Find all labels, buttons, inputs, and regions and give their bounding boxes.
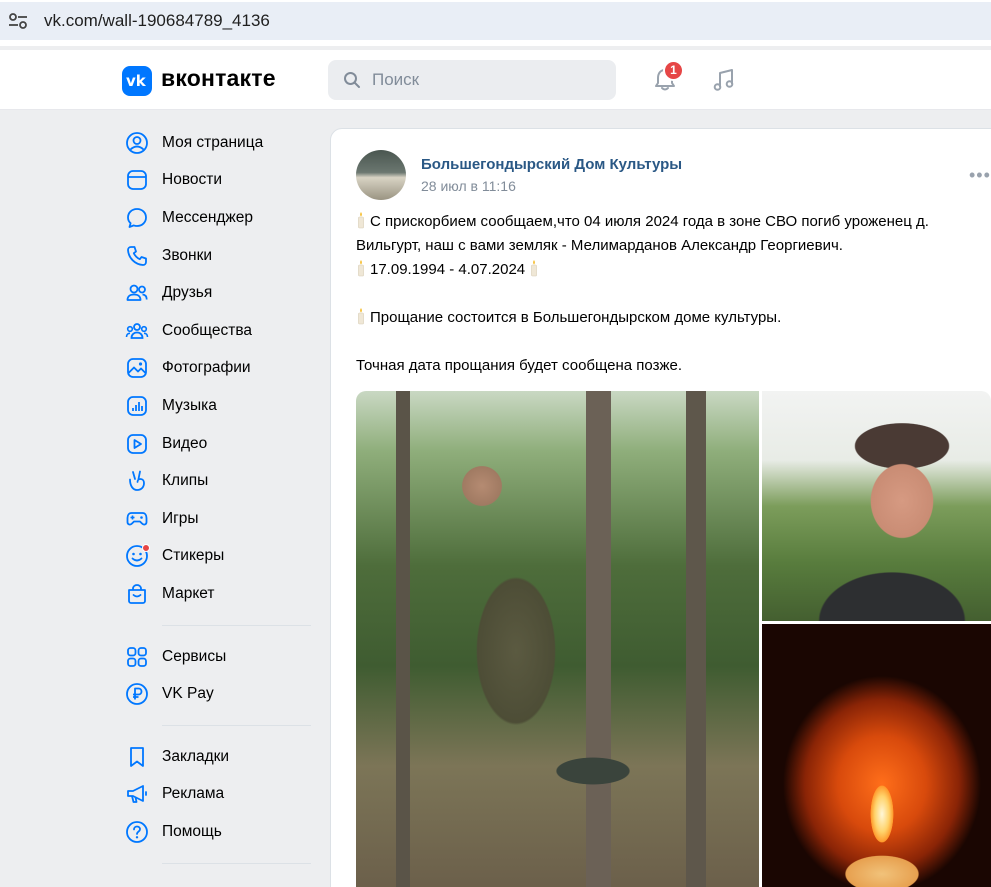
post-date-link[interactable]: 28 июл в 11:16 bbox=[421, 178, 516, 194]
post-author-link[interactable]: Большегондырский Дом Культуры bbox=[421, 156, 682, 173]
sidebar-item-label: Реклама bbox=[162, 785, 225, 803]
music-icon bbox=[127, 396, 147, 416]
candle-emoji-icon bbox=[358, 308, 364, 325]
post-more-menu-icon[interactable]: ••• bbox=[969, 165, 991, 186]
news-icon bbox=[127, 170, 147, 191]
clips-icon bbox=[129, 470, 145, 492]
sidebar-item-ads[interactable]: Реклама bbox=[122, 776, 317, 814]
stickers-icon bbox=[124, 543, 150, 569]
sidebar-item-news[interactable]: Новости bbox=[122, 162, 317, 200]
sidebar-item-label: VK Pay bbox=[162, 685, 214, 703]
message-icon bbox=[127, 208, 147, 228]
sidebar-divider bbox=[162, 624, 311, 626]
candle-emoji-icon bbox=[531, 260, 538, 277]
profile-icon bbox=[126, 131, 148, 154]
sidebar-item-friends[interactable]: Друзья bbox=[122, 274, 317, 312]
address-field[interactable]: vk.com/wall-190684789_4136 bbox=[0, 2, 991, 40]
communities-icon bbox=[125, 322, 149, 339]
sidebar-item-label: Сервисы bbox=[162, 647, 227, 665]
sidebar-item-label: Клипы bbox=[162, 472, 209, 490]
sidebar-item-games[interactable]: Игры bbox=[122, 500, 317, 538]
post-text-span: С прискорбием сообщаем,что 04 июля 2024 … bbox=[356, 213, 929, 254]
search-box[interactable] bbox=[328, 60, 616, 100]
vk-header: vk вконтакте bbox=[0, 50, 991, 110]
sidebar-item-music[interactable]: Музыка bbox=[122, 387, 317, 425]
vkpay-icon bbox=[126, 683, 148, 706]
browser-address-bar: vk.com/wall-190684789_4136 bbox=[0, 0, 991, 46]
games-icon bbox=[126, 511, 148, 526]
post-text-span: Прощание состоится в Большегондырском до… bbox=[370, 309, 782, 326]
friends-icon bbox=[126, 284, 148, 302]
sidebar-item-label: Маркет bbox=[162, 584, 215, 602]
community-avatar[interactable] bbox=[356, 150, 406, 200]
sidebar-item-calls[interactable]: Звонки bbox=[122, 237, 317, 275]
sidebar-item-label: Моя страница bbox=[162, 133, 264, 151]
sidebar-item-my-page[interactable]: Моя страница bbox=[122, 124, 317, 162]
vk-logo-icon[interactable]: vk bbox=[122, 66, 152, 96]
sidebar-item-clips[interactable]: Клипы bbox=[122, 462, 317, 500]
sidebar-item-communities[interactable]: Сообщества bbox=[122, 312, 317, 350]
post-photo-soldier[interactable]: photo-soldier-in-forest bbox=[356, 391, 759, 887]
post-text-line: С прискорбием сообщаем,что 04 июля 2024 … bbox=[356, 210, 991, 258]
sidebar-item-label: Стикеры bbox=[162, 547, 225, 565]
candle-emoji-icon bbox=[358, 260, 364, 277]
sidebar-item-label: Закладки bbox=[162, 747, 230, 765]
search-icon bbox=[344, 72, 360, 88]
post-text: С прискорбием сообщаем,что 04 июля 2024 … bbox=[356, 210, 991, 378]
post-text-blank-line bbox=[356, 330, 991, 354]
sidebar-divider bbox=[162, 862, 311, 864]
sidebar-item-label: Музыка bbox=[162, 396, 217, 414]
post-text-span: Точная дата прощания будет сообщена позж… bbox=[356, 357, 683, 374]
sidebar-item-vk-pay[interactable]: VK Pay bbox=[122, 675, 317, 713]
phone-icon bbox=[127, 245, 147, 266]
sidebar-item-photos[interactable]: Фотографии bbox=[122, 350, 317, 388]
market-icon bbox=[128, 584, 146, 604]
music-player-icon[interactable] bbox=[710, 66, 738, 94]
site-settings-icon[interactable] bbox=[8, 12, 28, 30]
sidebar-item-stickers[interactable]: Стикеры bbox=[122, 538, 317, 576]
post-text-line: 17.09.1994 - 4.07.2024 bbox=[356, 258, 991, 282]
sidebar-item-messenger[interactable]: Мессенджер bbox=[122, 199, 317, 237]
post-text-span: 17.09.1994 - 4.07.2024 bbox=[370, 261, 526, 278]
bookmark-icon bbox=[130, 746, 144, 767]
post-text-blank-line bbox=[356, 282, 991, 306]
post-photo-portrait[interactable]: photo-man-in-cap bbox=[762, 391, 991, 621]
sidebar-item-label: Мессенджер bbox=[162, 208, 254, 226]
ads-icon bbox=[127, 785, 147, 804]
sidebar-item-help[interactable]: Помощь bbox=[122, 813, 317, 851]
photos-icon bbox=[127, 358, 147, 379]
sidebar-item-label: Новости bbox=[162, 171, 223, 189]
sidebar-item-label: Игры bbox=[162, 509, 199, 527]
sidebar-item-label: Звонки bbox=[162, 246, 213, 264]
search-input[interactable] bbox=[372, 68, 602, 92]
post-text-line: Прощание состоится в Большегондырском до… bbox=[356, 306, 991, 330]
video-icon bbox=[127, 433, 147, 454]
sidebar-divider bbox=[162, 724, 311, 726]
left-sidebar-menu: Моя страница Новости Мессенджер Звонки Д… bbox=[122, 124, 317, 876]
sidebar-item-label: Сообщества bbox=[162, 321, 253, 339]
sidebar-item-label: Фотографии bbox=[162, 359, 251, 377]
url-text[interactable]: vk.com/wall-190684789_4136 bbox=[44, 11, 270, 31]
help-icon bbox=[126, 820, 148, 843]
services-icon bbox=[127, 646, 147, 667]
sidebar-item-bookmarks[interactable]: Закладки bbox=[122, 738, 317, 776]
sidebar-item-services[interactable]: Сервисы bbox=[122, 638, 317, 676]
sidebar-item-video[interactable]: Видео bbox=[122, 425, 317, 463]
sidebar-item-label: Друзья bbox=[162, 284, 213, 302]
sidebar-item-market[interactable]: Маркет bbox=[122, 575, 317, 613]
sidebar-item-label: Видео bbox=[162, 434, 208, 452]
post-text-line: Точная дата прощания будет сообщена позж… bbox=[356, 354, 991, 378]
notifications-count-badge: 1 bbox=[663, 60, 684, 81]
vk-logo-text[interactable]: вконтакте bbox=[161, 65, 276, 92]
post-photo-candle[interactable]: photo-candle-in-hands bbox=[762, 624, 991, 887]
sidebar-item-label: Помощь bbox=[162, 822, 222, 840]
candle-emoji-icon bbox=[358, 212, 364, 229]
